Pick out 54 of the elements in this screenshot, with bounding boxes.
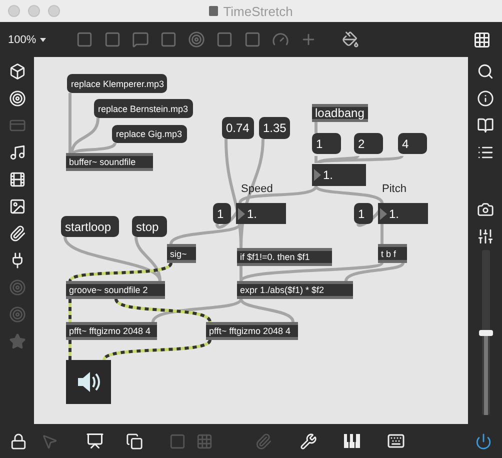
object-box[interactable]: pfft~ fftgizmo 2048 4 — [66, 322, 157, 340]
patch-cord — [314, 122, 318, 133]
document-icon — [209, 6, 218, 16]
zoom-menu[interactable]: 100% — [8, 34, 36, 46]
object-box[interactable]: t b f — [378, 244, 407, 263]
number-box[interactable]: 1. — [378, 203, 428, 224]
object-box[interactable]: groove~ soundfile 2 — [66, 281, 165, 299]
message-box[interactable]: 4 — [398, 133, 427, 154]
film-icon[interactable] — [8, 171, 26, 188]
object-box[interactable]: loadbang — [312, 104, 368, 122]
message-box[interactable]: 1 — [213, 203, 231, 224]
caret-icon — [40, 38, 46, 42]
keyboard-icon[interactable] — [387, 432, 405, 450]
message-box[interactable]: replace Klemperer.mp3 — [67, 74, 167, 93]
comment-label: Pitch — [382, 182, 408, 196]
message-box[interactable]: 0.74 — [222, 117, 254, 139]
object-box[interactable]: pfft~ fftgizmo 2048 4 — [206, 322, 298, 340]
camera-icon[interactable] — [476, 201, 494, 218]
object-box[interactable]: if $f1!=0. then $f1 — [237, 248, 332, 266]
message-box[interactable]: 1 — [312, 133, 341, 154]
info-icon[interactable] — [476, 90, 494, 107]
message-box[interactable]: replace Bernstein.mp3 — [94, 99, 193, 118]
lock-icon[interactable] — [10, 432, 27, 450]
wrench-icon[interactable] — [300, 432, 317, 450]
cube-icon[interactable] — [8, 63, 26, 80]
target-icon[interactable] — [8, 90, 26, 107]
gain-slider[interactable] — [482, 250, 490, 415]
window-title: TimeStretch — [223, 4, 293, 18]
number-box[interactable]: 1. — [312, 164, 366, 186]
message-box[interactable]: 2 — [354, 133, 383, 154]
comment-label: Speed — [241, 182, 274, 196]
sliders-icon[interactable] — [476, 228, 494, 245]
search-icon[interactable] — [476, 63, 494, 80]
paperclip-icon[interactable] — [255, 432, 272, 450]
book-icon[interactable] — [476, 117, 494, 134]
power-icon[interactable] — [475, 432, 492, 450]
object-box[interactable]: sig~ — [167, 244, 196, 263]
object-box[interactable]: expr 1./abs($f1) * $f2 — [237, 281, 353, 299]
message-box[interactable]: stop — [132, 216, 167, 237]
music-icon[interactable] — [8, 144, 26, 161]
speaker-button[interactable] — [66, 360, 111, 404]
copy-icon[interactable] — [126, 432, 143, 450]
presentation-icon[interactable] — [86, 432, 104, 450]
signal-cord — [68, 299, 72, 322]
object-box[interactable]: buffer~ soundfile — [66, 153, 153, 171]
star-icon[interactable] — [8, 333, 26, 350]
piano-icon[interactable] — [343, 433, 361, 449]
message-box[interactable]: replace Gig.mp3 — [112, 125, 187, 143]
image-icon[interactable] — [8, 198, 26, 215]
message-box[interactable]: 1.35 — [259, 117, 290, 139]
message-box[interactable]: startloop — [61, 216, 119, 237]
number-box[interactable]: 1. — [236, 203, 286, 224]
message-box[interactable]: 1 — [354, 203, 373, 224]
list-icon[interactable] — [476, 144, 494, 161]
